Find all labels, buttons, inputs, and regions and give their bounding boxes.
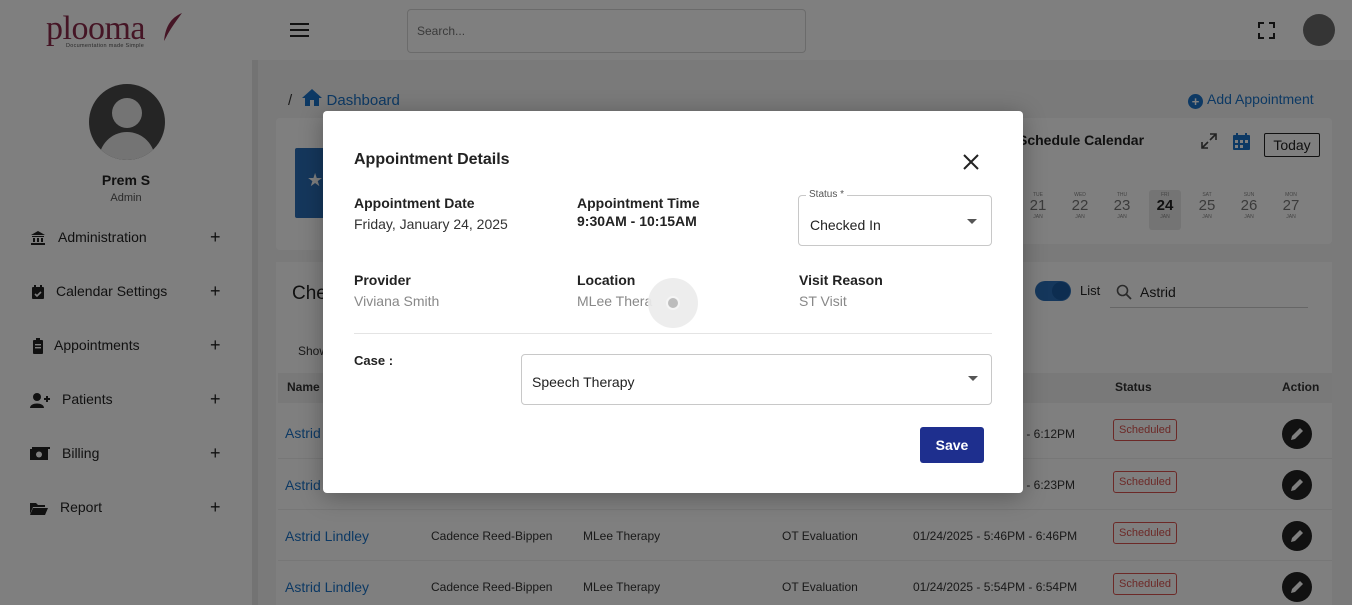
appointment-time-value: 9:30AM - 10:15AM: [577, 213, 697, 229]
location-label: Location: [577, 272, 636, 288]
case-select-value: Speech Therapy: [532, 374, 635, 390]
loading-spinner: [648, 278, 698, 328]
spinner-dot: [666, 296, 680, 310]
modal-title: Appointment Details: [354, 151, 510, 168]
location-value: MLee Thera: [577, 293, 653, 309]
provider-label: Provider: [354, 272, 411, 288]
chevron-down-icon: [968, 376, 978, 381]
case-select[interactable]: Speech Therapy: [521, 354, 992, 405]
divider: [354, 333, 992, 334]
visit-reason-label: Visit Reason: [799, 272, 883, 288]
case-label: Case :: [354, 353, 394, 368]
status-select[interactable]: Status * Checked In: [798, 189, 992, 246]
provider-value: Viviana Smith: [354, 293, 440, 309]
appointment-time-label: Appointment Time: [577, 195, 700, 211]
chevron-down-icon: [967, 219, 977, 224]
status-field-label: Status *: [806, 189, 848, 200]
status-select-value: Checked In: [810, 217, 881, 233]
close-icon[interactable]: [962, 153, 980, 171]
save-button[interactable]: Save: [920, 427, 984, 463]
appointment-date-value: Friday, January 24, 2025: [354, 216, 508, 232]
visit-reason-value: ST Visit: [799, 293, 847, 309]
appointment-date-label: Appointment Date: [354, 195, 475, 211]
